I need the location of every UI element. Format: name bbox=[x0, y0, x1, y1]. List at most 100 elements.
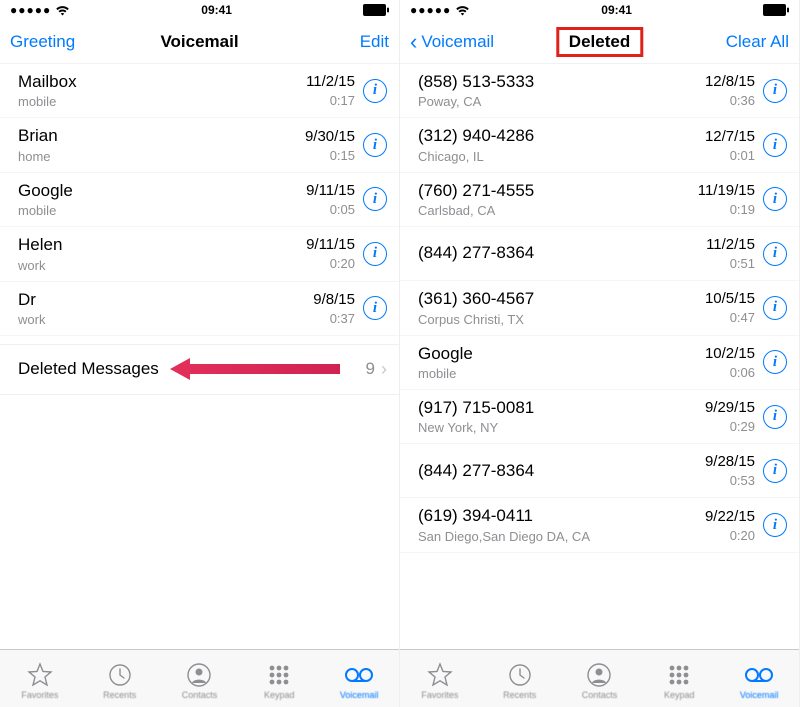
info-button[interactable]: i bbox=[363, 187, 387, 211]
back-button[interactable]: ‹ Voicemail bbox=[410, 31, 500, 53]
row-duration: 0:20 bbox=[705, 528, 755, 543]
contact-icon bbox=[186, 662, 212, 688]
greeting-button[interactable]: Greeting bbox=[10, 32, 100, 52]
signal-dots-icon: ●●●●● bbox=[410, 3, 451, 17]
row-subtitle: mobile bbox=[18, 203, 306, 218]
tab-recents[interactable]: Recents bbox=[80, 650, 160, 707]
voicemail-row[interactable]: (619) 394-0411San Diego,San Diego DA, CA… bbox=[400, 498, 799, 552]
tab-keypad[interactable]: Keypad bbox=[639, 650, 719, 707]
voicemail-row[interactable]: (844) 277-836411/2/150:51i bbox=[400, 227, 799, 281]
row-subtitle: Carlsbad, CA bbox=[418, 203, 698, 218]
tab-label: Contacts bbox=[182, 690, 218, 700]
row-subtitle: San Diego,San Diego DA, CA bbox=[418, 529, 705, 544]
clock-icon bbox=[107, 662, 133, 688]
tab-keypad[interactable]: Keypad bbox=[239, 650, 319, 707]
info-button[interactable]: i bbox=[363, 133, 387, 157]
tab-label: Favorites bbox=[421, 690, 458, 700]
clock-icon bbox=[507, 662, 533, 688]
info-button[interactable]: i bbox=[763, 459, 787, 483]
row-caller: (844) 277-8364 bbox=[418, 243, 706, 263]
voicemail-row[interactable]: Googlemobile9/11/150:05i bbox=[0, 173, 399, 227]
row-caller: Dr bbox=[18, 290, 313, 310]
row-caller: (312) 940-4286 bbox=[418, 126, 705, 146]
edit-button[interactable]: Edit bbox=[299, 32, 389, 52]
row-duration: 0:37 bbox=[313, 311, 355, 326]
row-caller: Google bbox=[418, 344, 705, 364]
row-date: 9/29/15 bbox=[705, 399, 755, 417]
row-subtitle: mobile bbox=[18, 94, 306, 109]
chevron-left-icon: ‹ bbox=[410, 31, 417, 53]
nav-bar: Greeting Voicemail Edit bbox=[0, 20, 399, 64]
row-date: 12/8/15 bbox=[705, 73, 755, 91]
deleted-messages-row[interactable]: Deleted Messages9› bbox=[0, 344, 399, 395]
voicemail-row[interactable]: (312) 940-4286Chicago, IL12/7/150:01i bbox=[400, 118, 799, 172]
tab-contacts[interactable]: Contacts bbox=[560, 650, 640, 707]
tab-label: Voicemail bbox=[340, 690, 379, 700]
row-subtitle: mobile bbox=[418, 366, 705, 381]
info-button[interactable]: i bbox=[763, 296, 787, 320]
page-title: Deleted bbox=[556, 27, 643, 57]
voicemail-icon bbox=[744, 662, 774, 688]
row-subtitle: Chicago, IL bbox=[418, 149, 705, 164]
deleted-messages-count: 9 bbox=[366, 359, 375, 379]
tab-label: Favorites bbox=[21, 690, 58, 700]
row-caller: (844) 277-8364 bbox=[418, 461, 705, 481]
tab-recents[interactable]: Recents bbox=[480, 650, 560, 707]
tab-label: Recents bbox=[503, 690, 536, 700]
row-duration: 0:53 bbox=[705, 473, 755, 488]
tab-contacts[interactable]: Contacts bbox=[160, 650, 240, 707]
info-button[interactable]: i bbox=[363, 242, 387, 266]
clear-all-button[interactable]: Clear All bbox=[699, 32, 789, 52]
status-time: 09:41 bbox=[201, 3, 232, 17]
tab-label: Recents bbox=[103, 690, 136, 700]
voicemail-row[interactable]: Dr work9/8/15 0:37 i bbox=[0, 282, 399, 336]
tab-favorites[interactable]: Favorites bbox=[0, 650, 80, 707]
voicemail-row[interactable]: (858) 513-5333Poway, CA12/8/150:36i bbox=[400, 64, 799, 118]
info-button[interactable]: i bbox=[763, 350, 787, 374]
nav-bar: ‹ Voicemail Deleted Clear All bbox=[400, 20, 799, 64]
voicemail-row[interactable]: Brianhome9/30/150:15i bbox=[0, 118, 399, 172]
row-date: 9/11/15 bbox=[306, 182, 355, 200]
tab-bar: Favorites Recents ContactsKeypadVoicemail bbox=[400, 649, 799, 707]
voicemail-row[interactable]: (760) 271-4555Carlsbad, CA11/19/150:19i bbox=[400, 173, 799, 227]
info-button[interactable]: i bbox=[763, 513, 787, 537]
info-button[interactable]: i bbox=[763, 187, 787, 211]
info-button[interactable]: i bbox=[763, 79, 787, 103]
tab-favorites[interactable]: Favorites bbox=[400, 650, 480, 707]
wifi-icon bbox=[55, 5, 70, 16]
battery-icon bbox=[763, 4, 789, 16]
battery-icon bbox=[363, 4, 389, 16]
row-duration: 0:15 bbox=[305, 148, 355, 163]
info-button[interactable]: i bbox=[763, 405, 787, 429]
row-duration: 0:29 bbox=[705, 419, 755, 434]
voicemail-row[interactable]: Googlemobile10/2/150:06i bbox=[400, 336, 799, 390]
voicemail-screen: ●●●●● 09:41 Greeting Voicemail Edit Mail… bbox=[0, 0, 400, 707]
row-caller: (917) 715-0081 bbox=[418, 398, 705, 418]
voicemail-row[interactable]: Mailboxmobile11/2/150:17i bbox=[0, 64, 399, 118]
tab-bar: Favorites Recents Contacts Keypad Voicemail bbox=[0, 649, 399, 707]
row-duration: 0:36 bbox=[705, 93, 755, 108]
info-button[interactable]: i bbox=[763, 242, 787, 266]
row-caller: Brian bbox=[18, 126, 305, 146]
row-date: 9/8/15 bbox=[313, 291, 355, 309]
row-caller: (361) 360-4567 bbox=[418, 289, 705, 309]
row-date: 9/11/15 bbox=[306, 236, 355, 254]
page-title: Voicemail bbox=[160, 32, 238, 52]
tab-voicemail[interactable]: Voicemail bbox=[719, 650, 799, 707]
voicemail-row[interactable]: (917) 715-0081New York, NY9/29/150:29i bbox=[400, 390, 799, 444]
voicemail-row[interactable]: (361) 360-4567Corpus Christi, TX10/5/150… bbox=[400, 281, 799, 335]
info-button[interactable]: i bbox=[363, 296, 387, 320]
row-subtitle: work bbox=[18, 258, 306, 273]
status-bar: ●●●●● 09:41 bbox=[0, 0, 399, 20]
voicemail-row[interactable]: (844) 277-83649/28/150:53i bbox=[400, 444, 799, 498]
voicemail-row[interactable]: Helenwork9/11/150:20i bbox=[0, 227, 399, 281]
tab-voicemail[interactable]: Voicemail bbox=[319, 650, 399, 707]
row-caller: (858) 513-5333 bbox=[418, 72, 705, 92]
info-button[interactable]: i bbox=[763, 133, 787, 157]
tab-label: Keypad bbox=[264, 690, 295, 700]
row-subtitle: home bbox=[18, 149, 305, 164]
keypad-icon bbox=[266, 662, 292, 688]
row-subtitle: work bbox=[18, 312, 313, 327]
info-button[interactable]: i bbox=[363, 79, 387, 103]
row-duration: 0:51 bbox=[706, 256, 755, 271]
